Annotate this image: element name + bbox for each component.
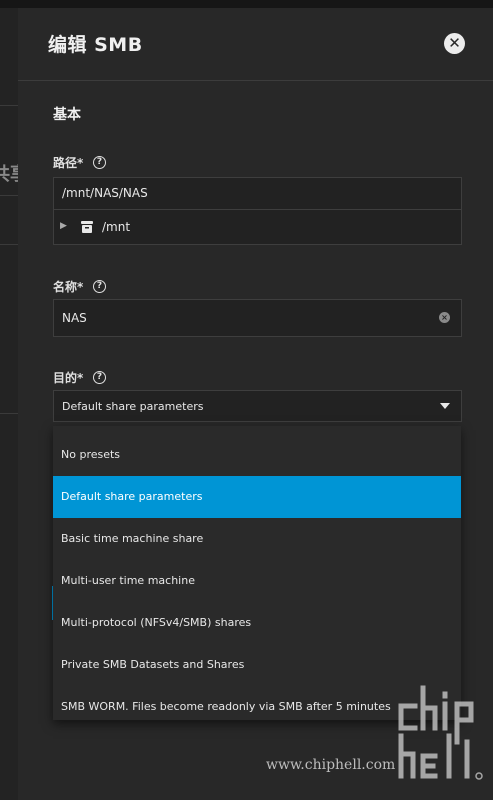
background-page: 共享 [0, 8, 18, 800]
purpose-option-selected[interactable]: Default share parameters [53, 476, 461, 518]
watermark-url: www.chiphell.com [266, 757, 396, 773]
name-value: NAS [62, 311, 87, 325]
chiphell-logo-watermark [398, 685, 483, 780]
background-divider [0, 105, 18, 106]
purpose-selected-value: Default share parameters [62, 400, 204, 413]
path-field: /mnt/NAS/NAS ▶ /mnt [53, 177, 462, 245]
top-bar [0, 0, 493, 8]
background-divider [0, 413, 18, 414]
section-title-basic: 基本 [53, 107, 81, 123]
purpose-label: 目的* [53, 371, 84, 385]
dataset-icon [81, 221, 93, 233]
background-divider [0, 244, 18, 245]
path-help-icon[interactable]: ? [93, 156, 106, 169]
name-help-icon[interactable]: ? [93, 280, 106, 293]
purpose-option[interactable]: Multi-protocol (NFSv4/SMB) shares [53, 602, 461, 644]
dialog-header: 编辑 SMB ✕ [18, 8, 493, 81]
purpose-option[interactable]: No presets [53, 434, 461, 476]
close-icon[interactable]: ✕ [444, 33, 465, 54]
dialog-title: 编辑 SMB [48, 34, 143, 56]
purpose-help-icon[interactable]: ? [93, 371, 106, 384]
path-value: /mnt/NAS/NAS [62, 186, 148, 200]
tree-item-mnt[interactable]: ▶ /mnt [54, 210, 461, 244]
path-label: 路径* [53, 156, 84, 170]
purpose-option[interactable]: Private SMB Datasets and Shares [53, 644, 461, 686]
chevron-down-icon [440, 403, 450, 409]
name-label: 名称* [53, 280, 84, 294]
path-input[interactable]: /mnt/NAS/NAS [54, 178, 461, 210]
purpose-dropdown-menu: No presets Default share parameters Basi… [53, 426, 461, 720]
expand-arrow-icon[interactable]: ▶ [60, 221, 67, 231]
clear-icon[interactable]: × [439, 312, 450, 323]
tree-item-label: /mnt [102, 220, 131, 234]
purpose-option[interactable]: Multi-user time machine [53, 560, 461, 602]
background-heading-fragment: 共享 [0, 164, 18, 185]
background-divider [0, 195, 18, 196]
edit-smb-dialog: 编辑 SMB ✕ 基本 路径* ? /mnt/NAS/NAS ▶ /mnt 名称… [18, 8, 493, 800]
name-input[interactable]: NAS × [53, 299, 462, 337]
purpose-select[interactable]: Default share parameters [53, 390, 462, 422]
purpose-option[interactable]: Basic time machine share [53, 518, 461, 560]
